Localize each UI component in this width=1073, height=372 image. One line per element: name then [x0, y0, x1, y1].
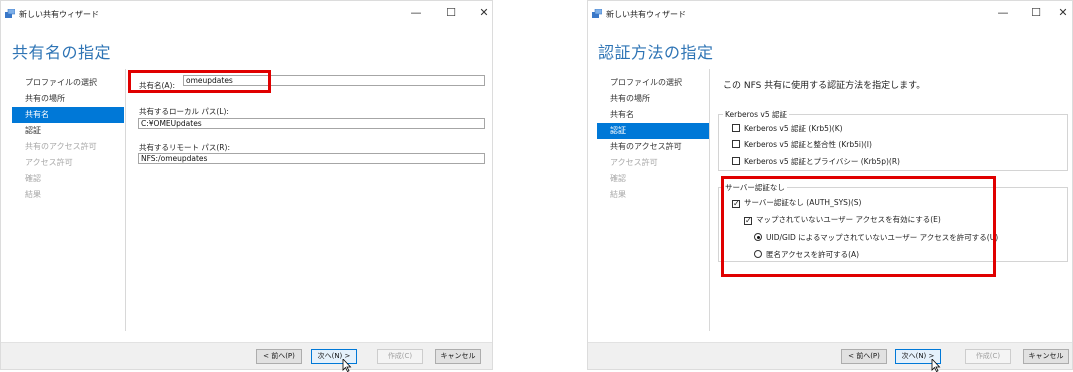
- nav-item-confirmation: 確認: [610, 174, 626, 183]
- minimize-button[interactable]: —: [409, 6, 423, 20]
- nav-item-results: 結果: [610, 190, 626, 199]
- krb5-checkbox[interactable]: [732, 124, 740, 132]
- nav-item-share-permissions: 共有のアクセス許可: [25, 142, 97, 151]
- nav-item-share-permissions[interactable]: 共有のアクセス許可: [597, 139, 709, 155]
- maximize-button[interactable]: ☐: [444, 6, 458, 20]
- mouse-cursor-icon: [931, 359, 941, 372]
- minimize-button[interactable]: —: [996, 6, 1010, 20]
- page-title: 認証方法の指定: [598, 43, 714, 62]
- nav-item-authentication[interactable]: 認証: [12, 123, 124, 139]
- local-path-label: 共有するローカル パス(L):: [139, 107, 229, 116]
- nav-item-permissions: アクセス許可: [25, 158, 73, 167]
- krb5p-checkbox[interactable]: [732, 157, 740, 165]
- nav-item-authentication[interactable]: 認証: [597, 123, 709, 139]
- nav-item-results: 結果: [25, 190, 41, 199]
- wizard-steps-nav: プロファイルの選択 共有の場所 共有名 認証 共有のアクセス許可 アクセス許可 …: [12, 75, 124, 203]
- krb5i-option[interactable]: Kerberos v5 認証と整合性 (Krb5i)(I): [732, 139, 872, 151]
- remote-path-field: NFS:/omeupdates: [138, 153, 485, 164]
- wizard-window-authentication: 新しい共有ウィザード — ☐ ✕ 認証方法の指定 プロファイルの選択 共有の場所…: [587, 0, 1073, 372]
- nav-divider: [709, 69, 710, 331]
- krb5-option[interactable]: Kerberos v5 認証 (Krb5)(K): [732, 123, 843, 135]
- kerberos-group-title: Kerberos v5 認証: [723, 109, 790, 120]
- instruction-text: この NFS 共有に使用する認証方法を指定します。: [723, 81, 926, 91]
- title-bar[interactable]: 新しい共有ウィザード — ☐ ✕: [1, 1, 492, 27]
- krb5i-label: Kerberos v5 認証と整合性 (Krb5i)(I): [744, 140, 872, 149]
- nav-item-share-location[interactable]: 共有の場所: [12, 91, 124, 107]
- krb5i-checkbox[interactable]: [732, 140, 740, 148]
- local-path-field: C:¥OMEUpdates: [138, 118, 485, 129]
- nav-item-profile[interactable]: プロファイルの選択: [12, 75, 124, 91]
- title-bar[interactable]: 新しい共有ウィザード — ☐ ✕: [588, 1, 1072, 27]
- create-button: 作成(C): [965, 349, 1011, 364]
- remote-path-label: 共有するリモート パス(R):: [139, 143, 230, 152]
- highlight-box: [721, 176, 996, 277]
- nav-item-permissions: アクセス許可: [610, 158, 658, 167]
- server-share-icon: [592, 9, 602, 18]
- wizard-footer: < 前へ(P) 次へ(N) > 作成(C) キャンセル: [1, 342, 492, 372]
- mouse-cursor-icon: [342, 359, 352, 372]
- maximize-button[interactable]: ☐: [1029, 6, 1043, 20]
- close-button[interactable]: ✕: [1056, 6, 1070, 20]
- server-share-icon: [5, 9, 15, 18]
- krb5p-option[interactable]: Kerberos v5 認証とプライバシー (Krb5p)(R): [732, 156, 900, 168]
- nav-item-share-location[interactable]: 共有の場所: [597, 91, 709, 107]
- close-button[interactable]: ✕: [477, 6, 491, 20]
- previous-button[interactable]: < 前へ(P): [841, 349, 887, 364]
- wizard-window-share-name: 新しい共有ウィザード — ☐ ✕ 共有名の指定 プロファイルの選択 共有の場所 …: [0, 0, 493, 372]
- nav-divider: [125, 69, 126, 331]
- cancel-button[interactable]: キャンセル: [435, 349, 481, 364]
- cancel-button[interactable]: キャンセル: [1023, 349, 1069, 364]
- krb5p-label: Kerberos v5 認証とプライバシー (Krb5p)(R): [744, 157, 900, 166]
- previous-button[interactable]: < 前へ(P): [256, 349, 302, 364]
- nav-item-share-name[interactable]: 共有名: [12, 107, 124, 123]
- window-title: 新しい共有ウィザード: [606, 10, 686, 19]
- nav-item-confirmation: 確認: [25, 174, 41, 183]
- krb5-label: Kerberos v5 認証 (Krb5)(K): [744, 124, 843, 133]
- create-button: 作成(C): [377, 349, 423, 364]
- highlight-box: [128, 70, 271, 93]
- page-title: 共有名の指定: [12, 43, 112, 62]
- nav-item-share-name[interactable]: 共有名: [597, 107, 709, 123]
- wizard-footer: < 前へ(P) 次へ(N) > 作成(C) キャンセル: [588, 342, 1072, 372]
- window-title: 新しい共有ウィザード: [19, 10, 99, 19]
- nav-item-profile[interactable]: プロファイルの選択: [597, 75, 709, 91]
- wizard-steps-nav: プロファイルの選択 共有の場所 共有名 認証 共有のアクセス許可 アクセス許可 …: [597, 75, 709, 203]
